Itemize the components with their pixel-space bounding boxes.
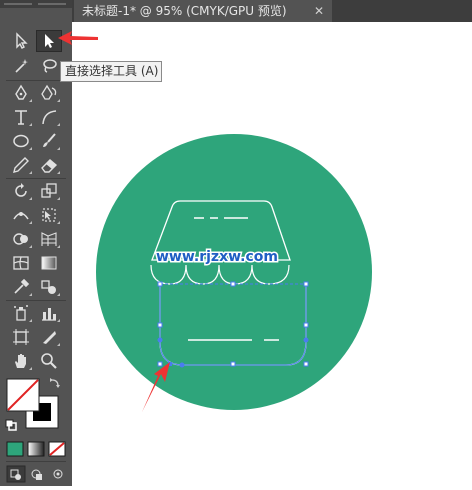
- hand-tool-icon: [15, 354, 26, 368]
- width-tool[interactable]: [8, 204, 34, 226]
- screen-mode-icon[interactable]: [49, 466, 67, 482]
- none-button[interactable]: [48, 441, 66, 457]
- line-segment-tool[interactable]: [36, 106, 62, 128]
- magic-wand-tool[interactable]: [8, 55, 34, 77]
- shape-builder-tool-icon: [13, 233, 28, 245]
- perspective-grid-tool-icon: [41, 232, 57, 246]
- gradient-tool-icon: [41, 256, 57, 270]
- eyedropper-tool-icon: [14, 278, 30, 294]
- fill-swatch[interactable]: [6, 378, 40, 412]
- tools-panel-grip[interactable]: [0, 0, 72, 8]
- paintbrush-tool-icon: [43, 133, 56, 147]
- shape-builder-tool[interactable]: [8, 228, 34, 250]
- scale-tool[interactable]: [36, 180, 62, 202]
- eraser-tool[interactable]: [36, 154, 62, 176]
- draw-normal-icon[interactable]: [6, 465, 26, 483]
- watermark-text: www.rjzxw.com: [156, 249, 278, 265]
- gradient-tool[interactable]: [36, 252, 62, 274]
- free-transform-tool[interactable]: [36, 204, 62, 226]
- perspective-grid-tool[interactable]: [36, 228, 62, 250]
- curvature-tool-icon: [41, 84, 57, 100]
- pen-tool[interactable]: [8, 82, 34, 104]
- type-tool[interactable]: [8, 106, 34, 128]
- eyedropper-tool[interactable]: [8, 276, 34, 298]
- column-graph-tool[interactable]: [36, 302, 62, 324]
- pencil-tool[interactable]: [8, 154, 34, 176]
- draw-behind-icon[interactable]: [28, 466, 46, 482]
- ellipse-tool-icon: [13, 134, 29, 148]
- selection-tool-icon: [16, 32, 28, 49]
- fill-stroke-widget: [0, 372, 72, 434]
- slice-tool-icon: [43, 331, 56, 344]
- artboard-canvas[interactable]: www.rjzxw.com: [72, 22, 472, 486]
- draw-mode-buttons: [6, 465, 68, 483]
- close-tab-icon[interactable]: ✕: [314, 0, 324, 22]
- lasso-tool[interactable]: [36, 55, 62, 77]
- annotation-arrow-tool: [58, 31, 98, 45]
- curvature-tool[interactable]: [36, 82, 62, 104]
- zoom-tool[interactable]: [36, 350, 62, 372]
- width-tool-icon: [13, 212, 29, 220]
- green-circle[interactable]: [96, 134, 372, 410]
- document-tab[interactable]: 未标题-1* @ 95% (CMYK/GPU 预览) ✕: [74, 0, 332, 22]
- symbol-sprayer-tool-icon: [14, 305, 28, 321]
- hand-tool[interactable]: [8, 350, 34, 372]
- magic-wand-tool-icon: [15, 59, 28, 73]
- ellipse-tool[interactable]: [8, 130, 34, 152]
- column-graph-tool-icon: [42, 308, 56, 321]
- document-tab-title: 未标题-1* @ 95% (CMYK/GPU 预览): [82, 4, 287, 18]
- artboard-tool-icon: [13, 329, 29, 345]
- zoom-tool-icon: [41, 353, 57, 369]
- artwork: www.rjzxw.com: [96, 134, 372, 412]
- pencil-tool-icon: [13, 157, 29, 173]
- pen-tool-icon: [15, 84, 27, 100]
- selection-tool[interactable]: [8, 30, 34, 52]
- rotate-tool-icon: [15, 183, 27, 197]
- type-tool-icon: [15, 110, 27, 125]
- document-tab-bar: 未标题-1* @ 95% (CMYK/GPU 预览) ✕: [72, 0, 472, 22]
- swap-fill-stroke-icon[interactable]: [50, 378, 60, 388]
- blend-tool[interactable]: [36, 276, 62, 298]
- tooltip: 直接选择工具 (A): [60, 61, 162, 82]
- blend-tool-icon: [41, 280, 56, 294]
- symbol-sprayer-tool[interactable]: [8, 302, 34, 324]
- eraser-tool-icon: [41, 159, 58, 173]
- color-mode-buttons: [6, 441, 66, 457]
- scale-tool-icon: [41, 183, 57, 198]
- gradient-button[interactable]: [27, 441, 45, 457]
- lasso-tool-icon: [43, 59, 57, 73]
- mesh-tool[interactable]: [8, 252, 34, 274]
- paintbrush-tool[interactable]: [36, 130, 62, 152]
- free-transform-tool-icon: [42, 208, 56, 222]
- slice-tool[interactable]: [36, 326, 62, 348]
- mesh-tool-icon: [13, 256, 29, 270]
- line-segment-tool-icon: [42, 110, 57, 125]
- artboard-tool[interactable]: [8, 326, 34, 348]
- default-fill-stroke-icon[interactable]: [5, 419, 17, 431]
- color-button[interactable]: [6, 441, 24, 457]
- rotate-tool[interactable]: [8, 180, 34, 202]
